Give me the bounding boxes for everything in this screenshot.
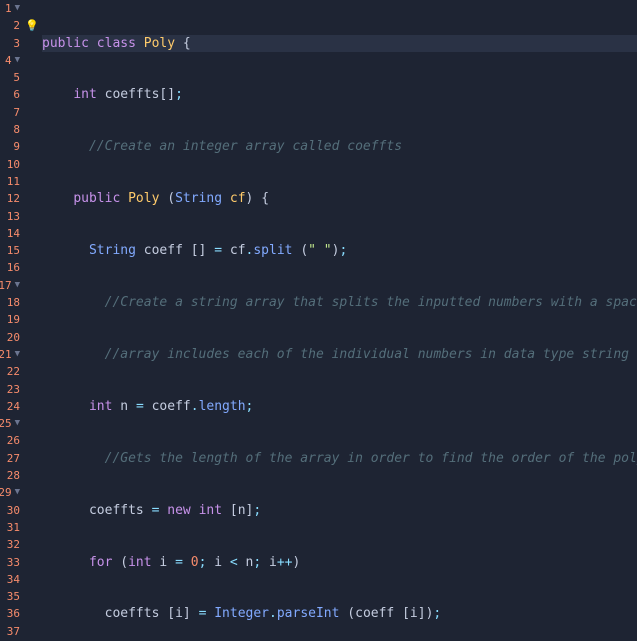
line-number: 30 [0,502,20,519]
line-number: 2 [0,17,20,34]
line-number: 16 [0,259,20,276]
marker-cell [24,121,40,138]
fold-icon[interactable]: ▼ [15,484,20,501]
line-number: 25▼ [0,415,20,432]
line-number: 15 [0,242,20,259]
marker-cell [24,190,40,207]
code-line[interactable]: for (int i = 0; i < n; i++) [42,554,637,571]
marker-cell [24,173,40,190]
marker-cell [24,554,40,571]
marker-cell [24,259,40,276]
marker-cell [24,86,40,103]
marker-cell [24,536,40,553]
marker-cell [24,156,40,173]
code-line[interactable]: coeffts = new int [n]; [42,502,637,519]
code-line[interactable]: coeffts [i] = Integer.parseInt (coeff [i… [42,605,637,622]
code-line[interactable]: //Gets the length of the array in order … [42,450,637,467]
line-number: 5 [0,69,20,86]
line-number: 31 [0,519,20,536]
code-line[interactable]: //Create an integer array called coeffts [42,138,637,155]
line-number: 33 [0,554,20,571]
line-number: 4▼ [0,52,20,69]
code-line[interactable]: public Poly (String cf) { [42,190,637,207]
marker-cell [24,346,40,363]
marker-cell [24,571,40,588]
marker-cell [24,69,40,86]
marker-cell [24,467,40,484]
marker-cell [24,294,40,311]
marker-cell [24,605,40,622]
code-line[interactable]: //Create a string array that splits the … [42,294,637,311]
marker-cell [24,484,40,501]
line-number: 1▼ [0,0,20,17]
code-line[interactable]: //array includes each of the individual … [42,346,637,363]
marker-cell [24,398,40,415]
line-number: 35 [0,588,20,605]
marker-cell [24,588,40,605]
marker-cell [24,432,40,449]
line-number: 3 [0,35,20,52]
line-number: 34 [0,571,20,588]
line-number: 18 [0,294,20,311]
line-number-gutter: 1▼234▼567891011121314151617▼18192021▼222… [0,0,24,641]
fold-icon[interactable]: ▼ [15,346,20,363]
line-number: 23 [0,381,20,398]
marker-cell [24,104,40,121]
line-number: 24 [0,398,20,415]
marker-cell [24,311,40,328]
code-editor[interactable]: 1▼234▼567891011121314151617▼18192021▼222… [0,0,637,641]
marker-cell [24,415,40,432]
line-number: 36 [0,605,20,622]
line-number: 8 [0,121,20,138]
marker-cell: 💡 [24,17,40,34]
marker-cell [24,519,40,536]
line-number: 9 [0,138,20,155]
marker-cell [24,138,40,155]
line-number: 37 [0,623,20,640]
fold-icon[interactable]: ▼ [15,277,20,294]
line-number: 29▼ [0,484,20,501]
fold-icon[interactable]: ▼ [15,0,20,17]
marker-cell [24,502,40,519]
line-number: 6 [0,86,20,103]
fold-icon[interactable]: ▼ [15,415,20,432]
code-line[interactable]: public class Poly { [42,35,637,52]
line-number: 26 [0,432,20,449]
marker-cell [24,363,40,380]
line-number: 20 [0,329,20,346]
code-line[interactable]: int coeffts[]; [42,86,637,103]
marker-cell [24,242,40,259]
line-number: 13 [0,208,20,225]
line-number: 11 [0,173,20,190]
marker-cell [24,52,40,69]
line-number: 21▼ [0,346,20,363]
marker-cell [24,277,40,294]
marker-cell [24,208,40,225]
line-number: 27 [0,450,20,467]
marker-cell [24,450,40,467]
marker-cell [24,381,40,398]
marker-cell [24,623,40,640]
line-number: 28 [0,467,20,484]
line-number: 12 [0,190,20,207]
marker-cell [24,0,40,17]
marker-cell [24,225,40,242]
lightbulb-icon[interactable]: 💡 [25,17,39,34]
line-number: 22 [0,363,20,380]
line-number: 32 [0,536,20,553]
marker-cell [24,35,40,52]
line-number: 7 [0,104,20,121]
marker-cell [24,329,40,346]
line-number: 19 [0,311,20,328]
code-line[interactable]: int n = coeff.length; [42,398,637,415]
code-line[interactable]: String coeff [] = cf.split (" "); [42,242,637,259]
code-area[interactable]: public class Poly { int coeffts[]; //Cre… [40,0,637,641]
line-number: 14 [0,225,20,242]
fold-icon[interactable]: ▼ [15,52,20,69]
line-number: 10 [0,156,20,173]
line-number: 17▼ [0,277,20,294]
marker-gutter: 💡 [24,0,40,641]
